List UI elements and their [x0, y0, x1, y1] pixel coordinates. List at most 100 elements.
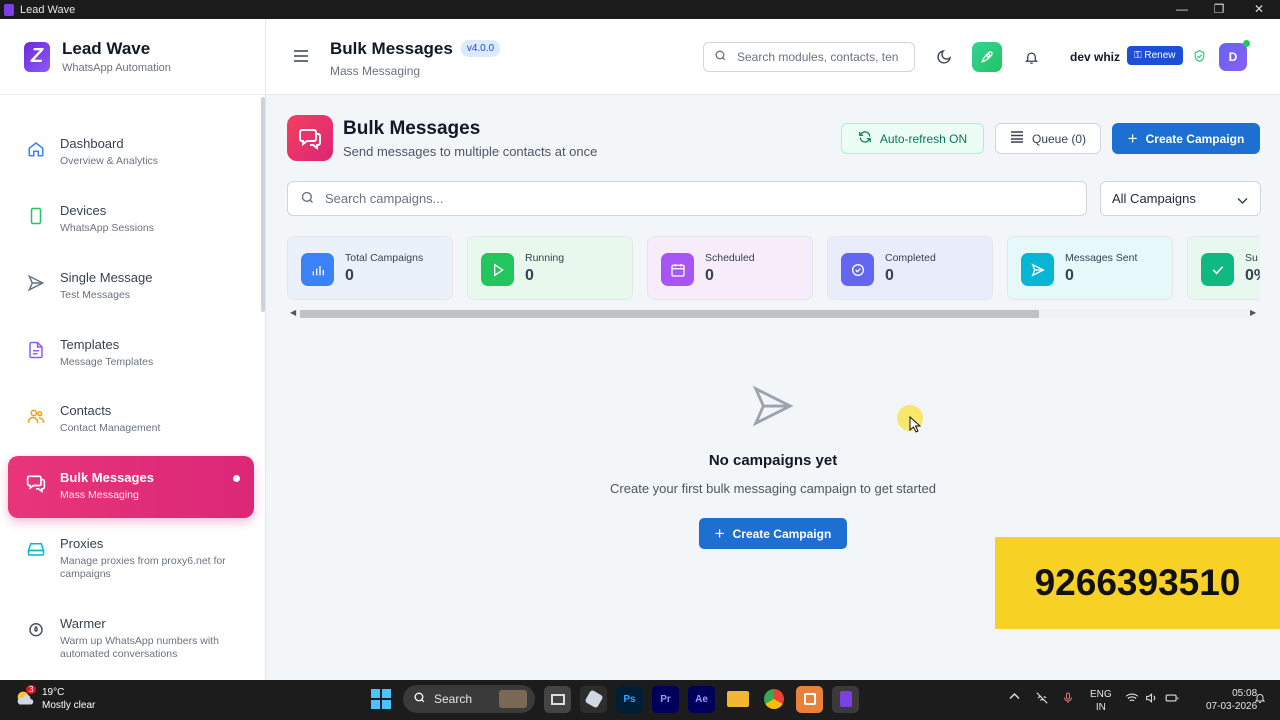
stat-card-scheduled: Scheduled 0	[647, 236, 813, 300]
temperature: 19°C	[42, 687, 65, 698]
sidebar-item-label: Devices	[60, 203, 107, 218]
lead-wave-app-icon[interactable]	[832, 685, 859, 713]
minimize-button[interactable]: —	[1162, 0, 1202, 19]
sidebar-item-templates[interactable]: Templates Message Templates	[8, 323, 254, 385]
stat-value: 0%	[1245, 267, 1260, 284]
version-badge: v4.0.0	[460, 40, 501, 57]
network-off-icon[interactable]	[1035, 691, 1049, 708]
premiere-app-icon[interactable]: Pr	[652, 685, 679, 713]
menu-icon[interactable]	[294, 49, 308, 67]
photoshop-app-icon[interactable]: Ps	[616, 685, 643, 713]
phone-number-overlay: 9266393510	[995, 537, 1280, 629]
microphone-icon[interactable]	[1062, 691, 1074, 708]
taskbar-search[interactable]: Search	[403, 685, 535, 713]
folder-app-icon[interactable]	[724, 686, 751, 713]
users-icon	[26, 406, 46, 426]
online-indicator	[1243, 40, 1250, 47]
scroll-left-arrow-icon[interactable]: ◀	[290, 308, 296, 317]
check-icon	[1201, 253, 1234, 286]
brand-tagline: WhatsApp Automation	[62, 62, 171, 74]
empty-create-campaign-label: Create Campaign	[732, 526, 832, 541]
phone-icon	[26, 206, 46, 226]
stat-value: 0	[1065, 267, 1074, 284]
clock-date: 07-03-2026	[1206, 701, 1258, 712]
document-icon	[26, 340, 46, 360]
stat-value: 0	[345, 267, 354, 284]
file-manager-app-icon[interactable]	[544, 685, 571, 713]
user-name: dev whiz	[1070, 50, 1121, 64]
stat-value: 0	[885, 267, 894, 284]
renew-label: Renew	[1144, 50, 1176, 61]
flame-icon	[26, 619, 46, 639]
sidebar-item-proxies[interactable]: Proxies Manage proxies from proxy6.net fo…	[8, 522, 254, 596]
queue-button[interactable]: Queue (0)	[995, 123, 1101, 154]
notification-icon[interactable]	[1254, 691, 1266, 708]
empty-state-subtitle: Create your first bulk messaging campaig…	[610, 481, 936, 496]
auto-refresh-button[interactable]: Auto-refresh ON	[841, 123, 984, 154]
sidebar-item-dashboard[interactable]: Dashboard Overview & Analytics	[8, 122, 254, 184]
close-button[interactable]: ✕	[1239, 0, 1279, 19]
stat-value: 0	[705, 267, 714, 284]
battery-icon[interactable]	[1165, 692, 1179, 707]
stats-horizontal-scrollbar[interactable]: ◀ ▶	[287, 307, 1260, 320]
avatar[interactable]: D	[1219, 40, 1250, 71]
check-circle-icon	[841, 253, 874, 286]
chevron-up-icon[interactable]	[1009, 692, 1020, 703]
shield-check-icon	[1193, 49, 1206, 68]
calendar-icon	[661, 253, 694, 286]
obs-app-icon[interactable]	[580, 685, 607, 713]
create-campaign-button[interactable]: + Create Campaign	[1112, 123, 1260, 154]
rocket-icon[interactable]	[972, 42, 1002, 72]
stat-card-success: Su 0%	[1187, 236, 1260, 300]
stat-label: Su	[1245, 252, 1258, 264]
sidebar-scrollbar[interactable]	[261, 97, 265, 312]
home-icon	[26, 139, 46, 159]
chat-icon	[26, 473, 46, 493]
queue-label: Queue (0)	[1031, 131, 1087, 146]
system-clock[interactable]: 05:08 07-03-2026	[1206, 687, 1257, 713]
region-code: IN	[1095, 702, 1106, 713]
sidebar-item-devices[interactable]: Devices WhatsApp Sessions	[8, 189, 254, 251]
after-effects-app-icon[interactable]: Ae	[688, 685, 715, 713]
sidebar-item-bulk-messages[interactable]: Bulk Messages Mass Messaging	[8, 456, 254, 518]
scrollbar-thumb[interactable]	[300, 310, 1039, 318]
section-subtitle: Send messages to multiple contacts at on…	[343, 144, 598, 159]
speaker-icon[interactable]	[1145, 692, 1158, 707]
campaign-filter-select[interactable]: All Campaigns	[1100, 181, 1261, 216]
stats-row: Total Campaigns 0 Running 0 Scheduled 0 …	[287, 236, 1260, 301]
renew-button[interactable]: ⚿ Renew	[1127, 46, 1183, 65]
topbar: Bulk Messages v4.0.0 Mass Messaging Searc…	[266, 19, 1280, 95]
sidebar-item-label: Contacts	[60, 403, 112, 418]
active-indicator	[233, 475, 240, 482]
bar-chart-icon	[301, 253, 334, 286]
wifi-icon[interactable]	[1125, 692, 1139, 707]
key-icon: ⚿	[1134, 50, 1145, 61]
sidebar-item-contacts[interactable]: Contacts Contact Management	[8, 389, 254, 451]
empty-create-campaign-button[interactable]: + Create Campaign	[699, 518, 847, 549]
refresh-icon	[858, 130, 872, 147]
bell-icon[interactable]	[1016, 42, 1046, 72]
global-search-input[interactable]: Search modules, contacts, ten	[703, 42, 915, 72]
language-indicator[interactable]: ENG IN	[1090, 688, 1112, 714]
page-title: Bulk Messages	[330, 39, 453, 58]
search-icon	[300, 190, 315, 208]
sidebar-item-warmer[interactable]: Warmer Warm up WhatsApp numbers with auto…	[8, 602, 254, 676]
windows-start-icon[interactable]	[368, 686, 394, 712]
campaign-search-input[interactable]: Search campaigns...	[287, 181, 1087, 216]
send-icon	[1021, 253, 1054, 286]
weather-widget[interactable]: 3 19°C Mostly clear	[14, 685, 95, 712]
dark-mode-icon[interactable]	[929, 42, 959, 72]
global-search-placeholder: Search modules, contacts, ten	[737, 50, 899, 64]
stat-label: Running	[525, 252, 565, 264]
taskbar-search-label: Search	[434, 692, 473, 706]
chevron-down-icon	[1237, 193, 1248, 208]
stat-card-total-campaigns: Total Campaigns 0	[287, 236, 453, 300]
sidebar-item-single-message[interactable]: Single Message Test Messages	[8, 256, 254, 318]
maximize-button[interactable]: ❐	[1199, 0, 1239, 19]
chrome-app-icon[interactable]	[760, 686, 787, 713]
avatar-letter: D	[1228, 50, 1238, 64]
scroll-right-arrow-icon[interactable]: ▶	[1250, 308, 1256, 317]
campaign-search-placeholder: Search campaigns...	[325, 191, 444, 206]
recorder-app-icon[interactable]	[796, 685, 823, 713]
auto-refresh-label: Auto-refresh ON	[879, 131, 968, 146]
